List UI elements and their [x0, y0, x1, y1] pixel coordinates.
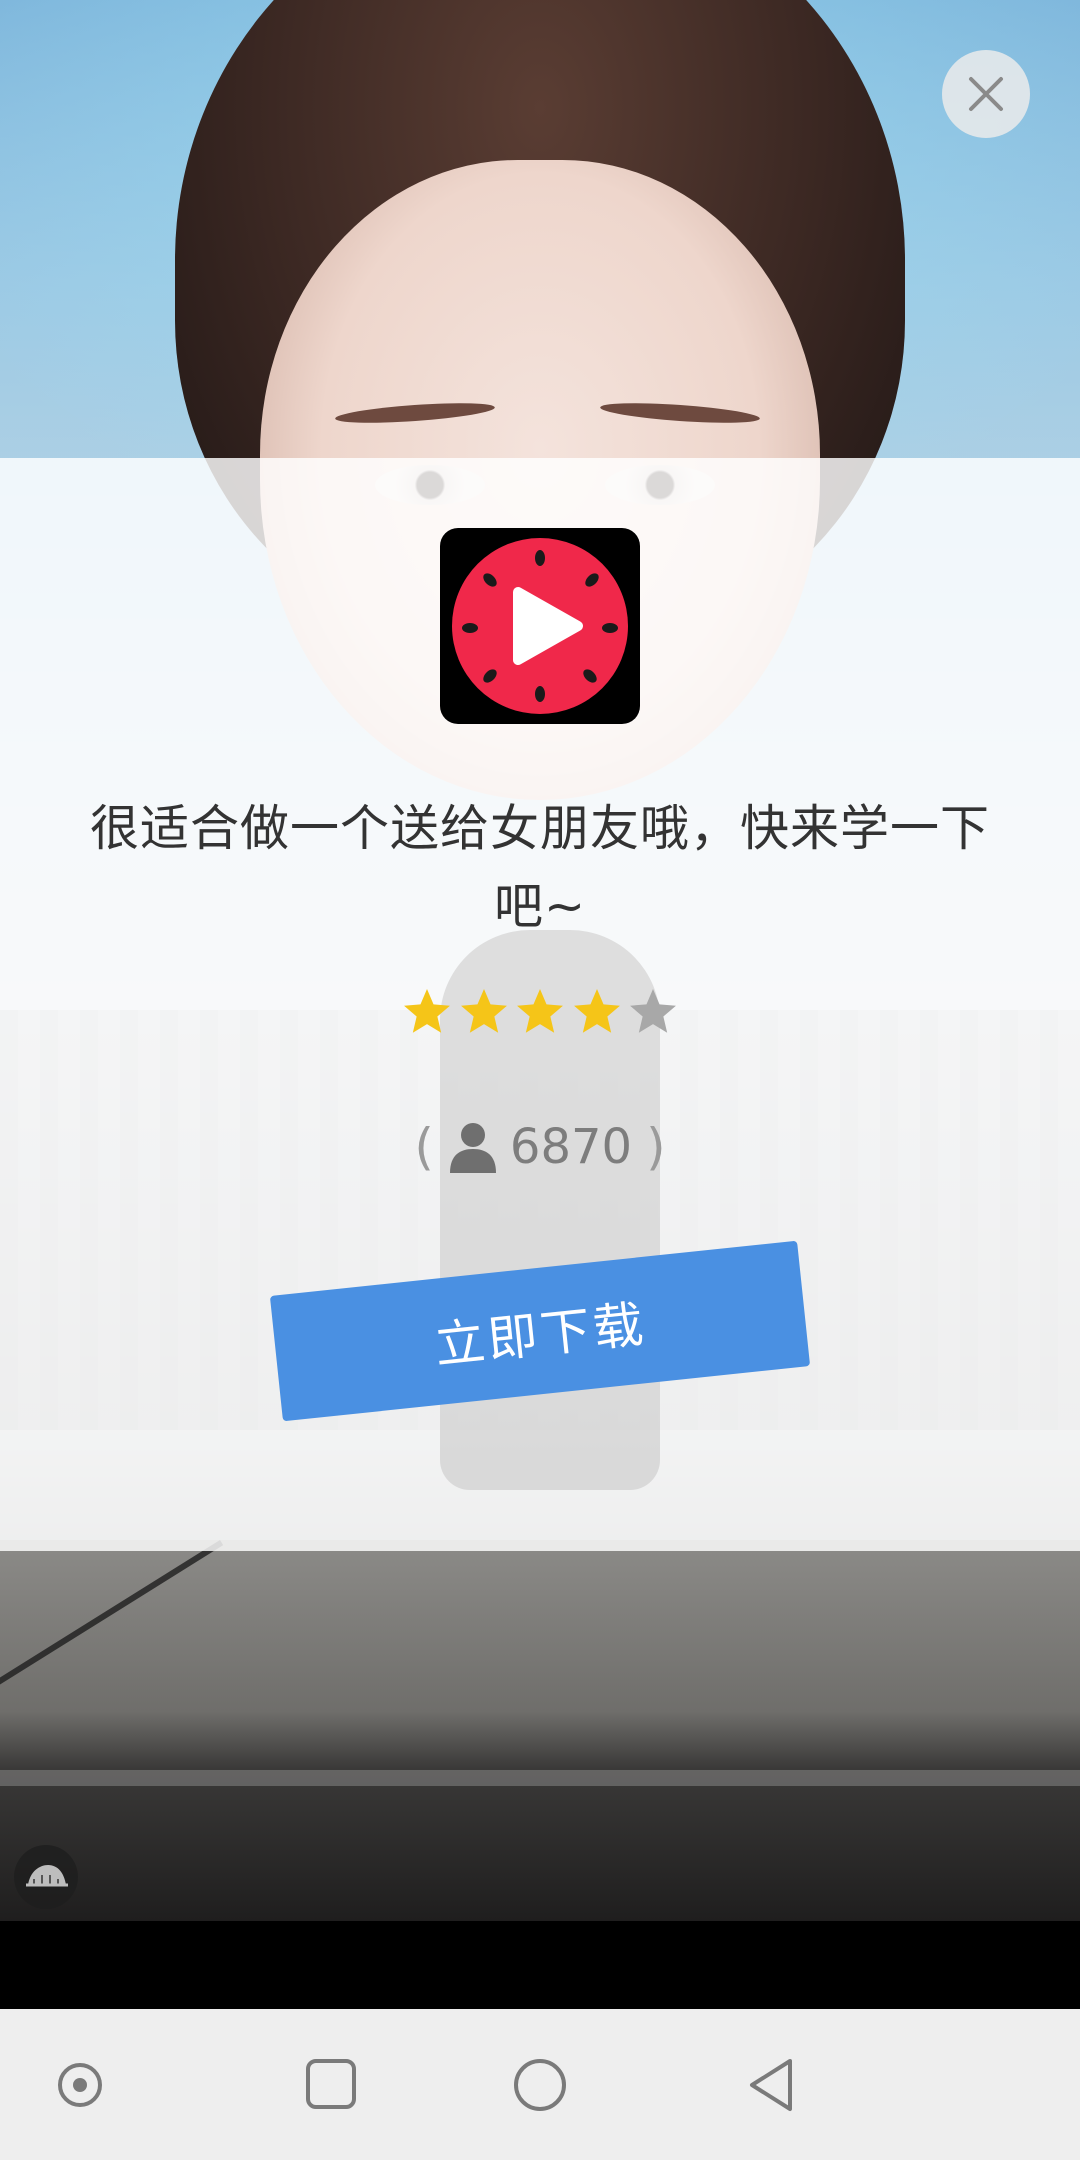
- triangle-back-icon: [750, 2059, 792, 2111]
- watermelon-play-icon: [452, 538, 628, 714]
- turtle-icon: [26, 1865, 68, 1887]
- person-icon: [449, 1123, 496, 1173]
- floor-edge: [0, 1770, 1080, 1786]
- ad-description: 很适合做一个送给女朋友哦，快来学一下吧~: [89, 800, 990, 935]
- user-count-row: ( 6870 ): [0, 1118, 1080, 1176]
- rooftop-floor: [0, 1540, 1080, 1921]
- user-count: 6870: [509, 1119, 633, 1175]
- speed-badge[interactable]: [14, 1845, 78, 1909]
- close-button[interactable]: [942, 50, 1030, 138]
- close-paren: ): [646, 1118, 666, 1176]
- black-strip: [0, 1921, 1080, 2009]
- star-filled-icon: [404, 989, 450, 1033]
- system-nav-bar: [0, 2009, 1080, 2160]
- rating-stars: [400, 985, 680, 1045]
- nav-back-button[interactable]: [732, 2045, 812, 2125]
- circle-dot-icon: [58, 2063, 102, 2107]
- star-filled-icon: [573, 989, 620, 1033]
- star-empty-icon: [630, 989, 676, 1033]
- open-paren: (: [414, 1118, 434, 1176]
- close-icon: [969, 77, 1003, 111]
- nav-recents-button[interactable]: [290, 2045, 370, 2125]
- app-icon[interactable]: [440, 528, 640, 724]
- nav-home-circle-button[interactable]: [500, 2045, 580, 2125]
- circle-icon: [514, 2059, 566, 2111]
- square-icon: [306, 2059, 356, 2109]
- star-filled-icon: [517, 989, 563, 1033]
- star-filled-icon: [460, 989, 507, 1033]
- nav-home-button[interactable]: [40, 2045, 120, 2125]
